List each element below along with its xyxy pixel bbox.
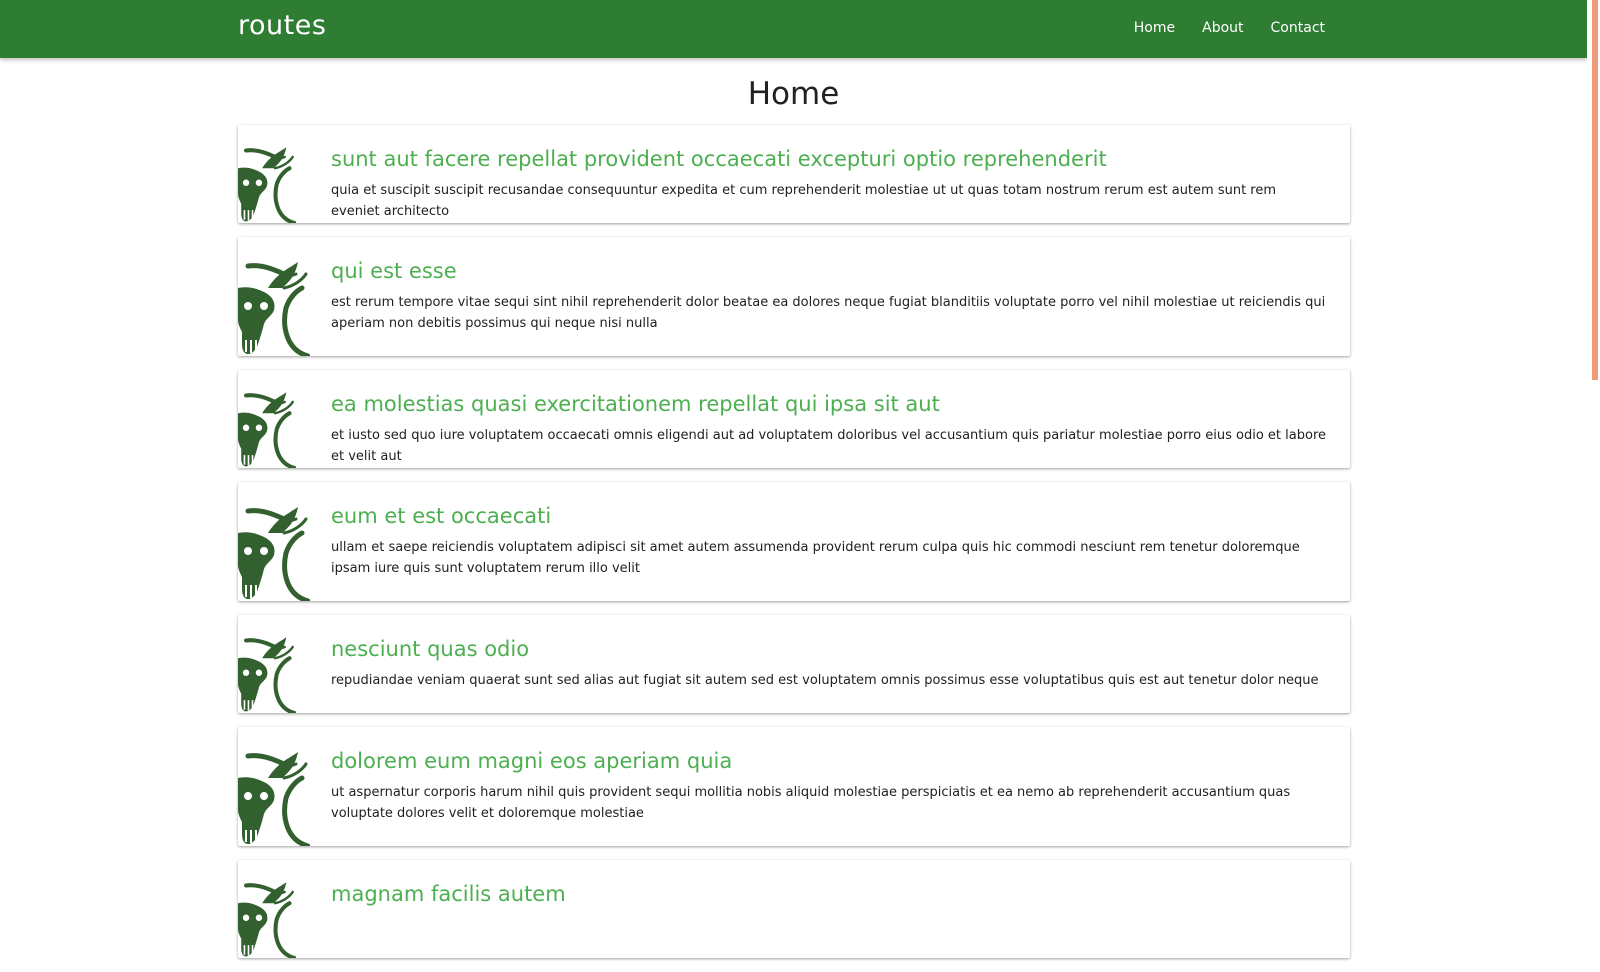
post-card[interactable]: ea molestias quasi exercitationem repell… [238, 370, 1350, 468]
post-body: repudiandae veniam quaerat sunt sed alia… [331, 673, 1319, 688]
post-title[interactable]: qui est esse [331, 258, 1326, 285]
nav-link-home[interactable]: Home [1134, 20, 1175, 36]
deer-skull-icon [238, 258, 310, 356]
post-title[interactable]: eum et est occaecati [331, 503, 1326, 530]
post-title[interactable]: ea molestias quasi exercitationem repell… [331, 391, 1326, 418]
nav-link-contact[interactable]: Contact [1271, 20, 1325, 36]
nav-link-about[interactable]: About [1202, 20, 1243, 36]
post-body: ullam et saepe reiciendis voluptatem adi… [331, 540, 1300, 576]
post-card[interactable]: qui est esse est rerum tempore vitae seq… [238, 237, 1350, 356]
post-body: et iusto sed quo iure voluptatem occaeca… [331, 428, 1326, 464]
deer-skull-icon [238, 388, 296, 468]
deer-skull-icon [238, 503, 310, 601]
post-card[interactable]: magnam facilis autem [238, 860, 1350, 958]
post-list: sunt aut facere repellat provident occae… [238, 125, 1350, 972]
deer-skull-icon [238, 633, 296, 713]
scrollbar[interactable] [1587, 0, 1600, 900]
deer-skull-icon [238, 878, 296, 958]
page-title: Home [747, 76, 840, 112]
deer-skull-icon [238, 748, 310, 846]
navbar: routes Home About Contact [0, 0, 1587, 58]
post-title[interactable]: nesciunt quas odio [331, 636, 1326, 663]
post-title[interactable]: dolorem eum magni eos aperiam quia [331, 748, 1326, 775]
post-card[interactable]: sunt aut facere repellat provident occae… [238, 125, 1350, 223]
post-body: ut aspernatur corporis harum nihil quis … [331, 785, 1291, 821]
post-card[interactable]: dolorem eum magni eos aperiam quia ut as… [238, 727, 1350, 846]
scrollbar-thumb[interactable] [1592, 0, 1598, 380]
post-card[interactable]: eum et est occaecati ullam et saepe reic… [238, 482, 1350, 601]
nav-links: Home About Contact [1107, 20, 1325, 36]
post-body: est rerum tempore vitae sequi sint nihil… [331, 295, 1326, 331]
post-title[interactable]: sunt aut facere repellat provident occae… [331, 146, 1326, 173]
post-body: quia et suscipit suscipit recusandae con… [331, 183, 1277, 219]
brand-logo[interactable]: routes [238, 10, 326, 41]
post-title[interactable]: magnam facilis autem [331, 881, 1326, 908]
deer-skull-icon [238, 143, 296, 223]
post-card[interactable]: nesciunt quas odio repudiandae veniam qu… [238, 615, 1350, 713]
